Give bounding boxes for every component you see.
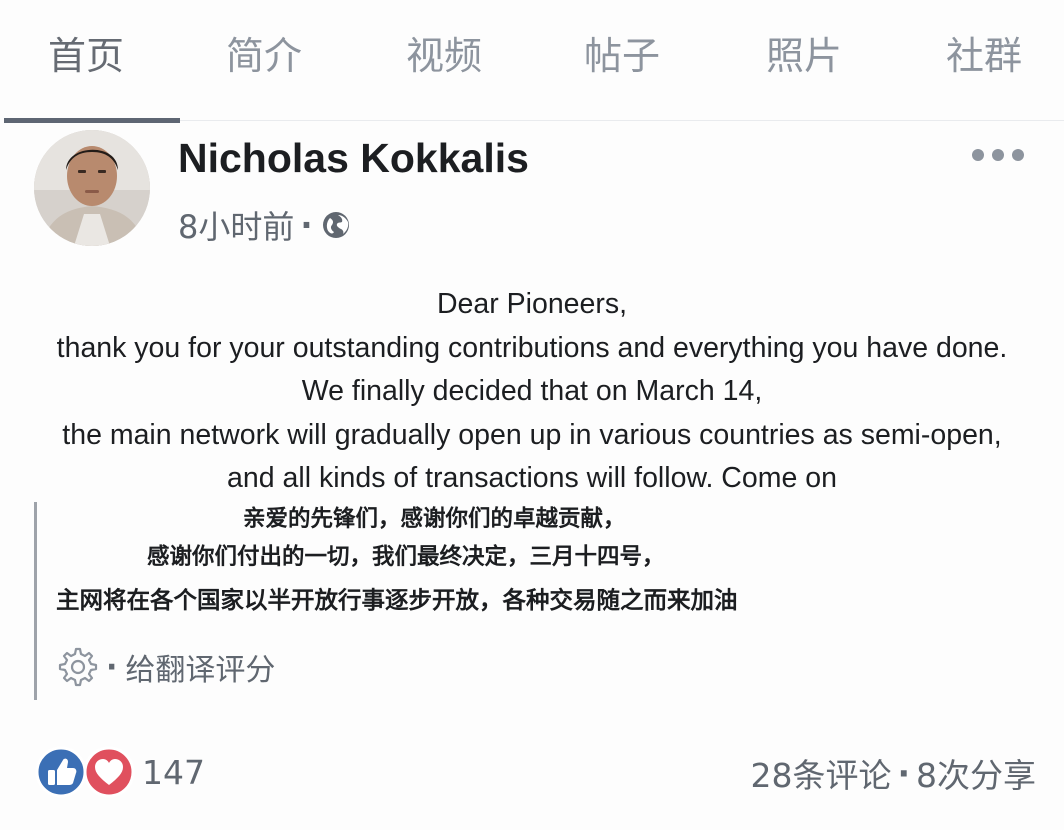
globe-icon (322, 212, 349, 238)
post-text-line: We finally decided that on March 14, (301, 375, 763, 407)
like-icon (35, 746, 87, 798)
post-text-line: Dear Pioneers, (436, 288, 628, 320)
counts-separator: · (897, 753, 910, 793)
more-dot (992, 149, 1004, 161)
comments-count[interactable]: 28条评论 (750, 749, 891, 797)
post-meta: 8小时前 · (178, 202, 351, 248)
avatar-image (34, 130, 150, 246)
more-dot (972, 149, 984, 161)
rate-translation[interactable]: · 给翻译评分 (52, 644, 275, 690)
translation-text-line: 感谢你们付出的一切，我们最终决定，三月十四号， (147, 544, 665, 570)
tab-groups[interactable]: 社群 (946, 30, 1022, 82)
translation-text-line: 主网将在各个国家以半开放行事逐步开放，各种交易随之而来加油 (56, 586, 738, 614)
more-horizontal-icon[interactable] (972, 144, 1024, 166)
translation-text-line: 亲爱的先锋们，感谢你们的卓越贡献， (243, 506, 626, 532)
post-text-line: and all kinds of transactions will follo… (227, 462, 837, 494)
gear-icon (58, 647, 98, 687)
post-text-line: thank you for your outstanding contribut… (56, 332, 1008, 364)
facebook-page: 首页 简介 视频 帖子 照片 社群 Nicholas Kokkalis 8小时前… (0, 0, 1064, 830)
tab-videos[interactable]: 视频 (406, 30, 482, 82)
tab-home[interactable]: 首页 (48, 30, 124, 82)
engagement-counts: 28条评论 · 8次分享 (750, 750, 1036, 796)
tab-posts[interactable]: 帖子 (584, 30, 660, 82)
rate-translation-label: 给翻译评分 (125, 653, 276, 688)
tab-about[interactable]: 简介 (226, 30, 302, 82)
reactions-summary[interactable]: 147 (34, 744, 205, 800)
shares-count[interactable]: 8次分享 (916, 749, 1036, 797)
author-name[interactable]: Nicholas Kokkalis (178, 132, 529, 184)
reaction-count: 147 (142, 752, 205, 792)
author-avatar[interactable] (34, 130, 150, 246)
love-icon (83, 746, 135, 798)
tabs-divider (180, 120, 1064, 121)
rate-separator: · (106, 649, 118, 685)
more-dot (1012, 149, 1024, 161)
profile-tab-bar: 首页 简介 视频 帖子 照片 社群 (0, 0, 1064, 123)
meta-separator: · (300, 206, 313, 244)
translation-quote-bar (34, 502, 37, 700)
tab-photos[interactable]: 照片 (766, 30, 842, 82)
active-tab-indicator (4, 118, 180, 123)
post-text-line: the main network will gradually open up … (62, 419, 1002, 451)
post-time[interactable]: 8小时前 (178, 202, 294, 248)
